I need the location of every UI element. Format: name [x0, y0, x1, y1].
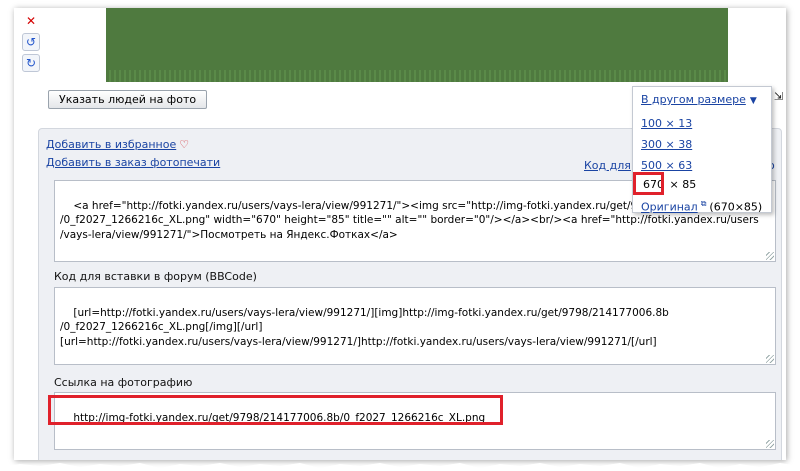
original-size-option[interactable]: Оригинал ⧉ (670×85)	[641, 199, 762, 214]
close-icon[interactable]: ✕	[22, 12, 40, 30]
photo-link-text: http://img-fotki.yandex.ru/get/9798/2141…	[73, 411, 486, 424]
add-to-print-order-link[interactable]: Добавить в заказ фотопечати	[46, 156, 220, 169]
size-option-selected[interactable]: 670 × 85	[641, 178, 696, 191]
photo-grass-edge	[106, 70, 728, 82]
selected-size-rest: × 85	[666, 178, 697, 191]
tag-people-button[interactable]: Указать людей на фото	[48, 90, 208, 109]
size-dropdown-menu: В другом размере ▼ 100 × 13 300 × 38 500 …	[632, 86, 772, 214]
bbcode-textarea[interactable]: [url=http://fotki.yandex.ru/users/vays-l…	[54, 287, 776, 365]
photo-image	[106, 8, 728, 78]
screenshot-frame: ✕ ↺ ↻ Указать людей на фото ⇲ Добавить в…	[14, 8, 786, 460]
resize-grip-icon[interactable]	[766, 252, 774, 260]
add-to-favorites-link[interactable]: Добавить в избранное ♡	[46, 138, 189, 151]
other-size-label: В другом размере	[641, 93, 746, 106]
dropdown-arrow-icon: ▼	[749, 96, 757, 106]
expand-icon[interactable]: ⇲	[774, 90, 783, 103]
torn-edge-bottom	[0, 463, 800, 471]
heart-icon: ♡	[179, 138, 190, 151]
add-to-favorites-label: Добавить в избранное	[46, 138, 177, 151]
photo-toolbar: ✕ ↺ ↻	[22, 12, 42, 75]
size-option[interactable]: 300 × 38	[641, 138, 692, 151]
bbcode-text: [url=http://fotki.yandex.ru/users/vays-l…	[60, 306, 669, 348]
photo-link-label: Ссылка на фотографию	[54, 376, 193, 389]
selected-width: 670	[643, 178, 664, 191]
resize-grip-icon[interactable]	[766, 440, 774, 448]
original-link[interactable]: Оригинал	[641, 201, 698, 214]
resize-grip-icon[interactable]	[766, 355, 774, 363]
rotate-left-icon[interactable]: ↺	[22, 33, 40, 51]
size-option[interactable]: 500 × 63	[641, 159, 692, 172]
external-link-icon: ⧉	[700, 199, 707, 208]
original-size-value: (670×85)	[709, 200, 763, 214]
other-size-toggle[interactable]: В другом размере ▼	[641, 93, 757, 106]
size-option[interactable]: 100 × 13	[641, 117, 692, 130]
rotate-right-icon[interactable]: ↻	[22, 54, 40, 72]
bbcode-label: Код для вставки в форум (BBCode)	[54, 270, 257, 283]
code-for-link[interactable]: Код для	[584, 159, 631, 172]
photo-link-textarea[interactable]: http://img-fotki.yandex.ru/get/9798/2141…	[54, 392, 776, 450]
